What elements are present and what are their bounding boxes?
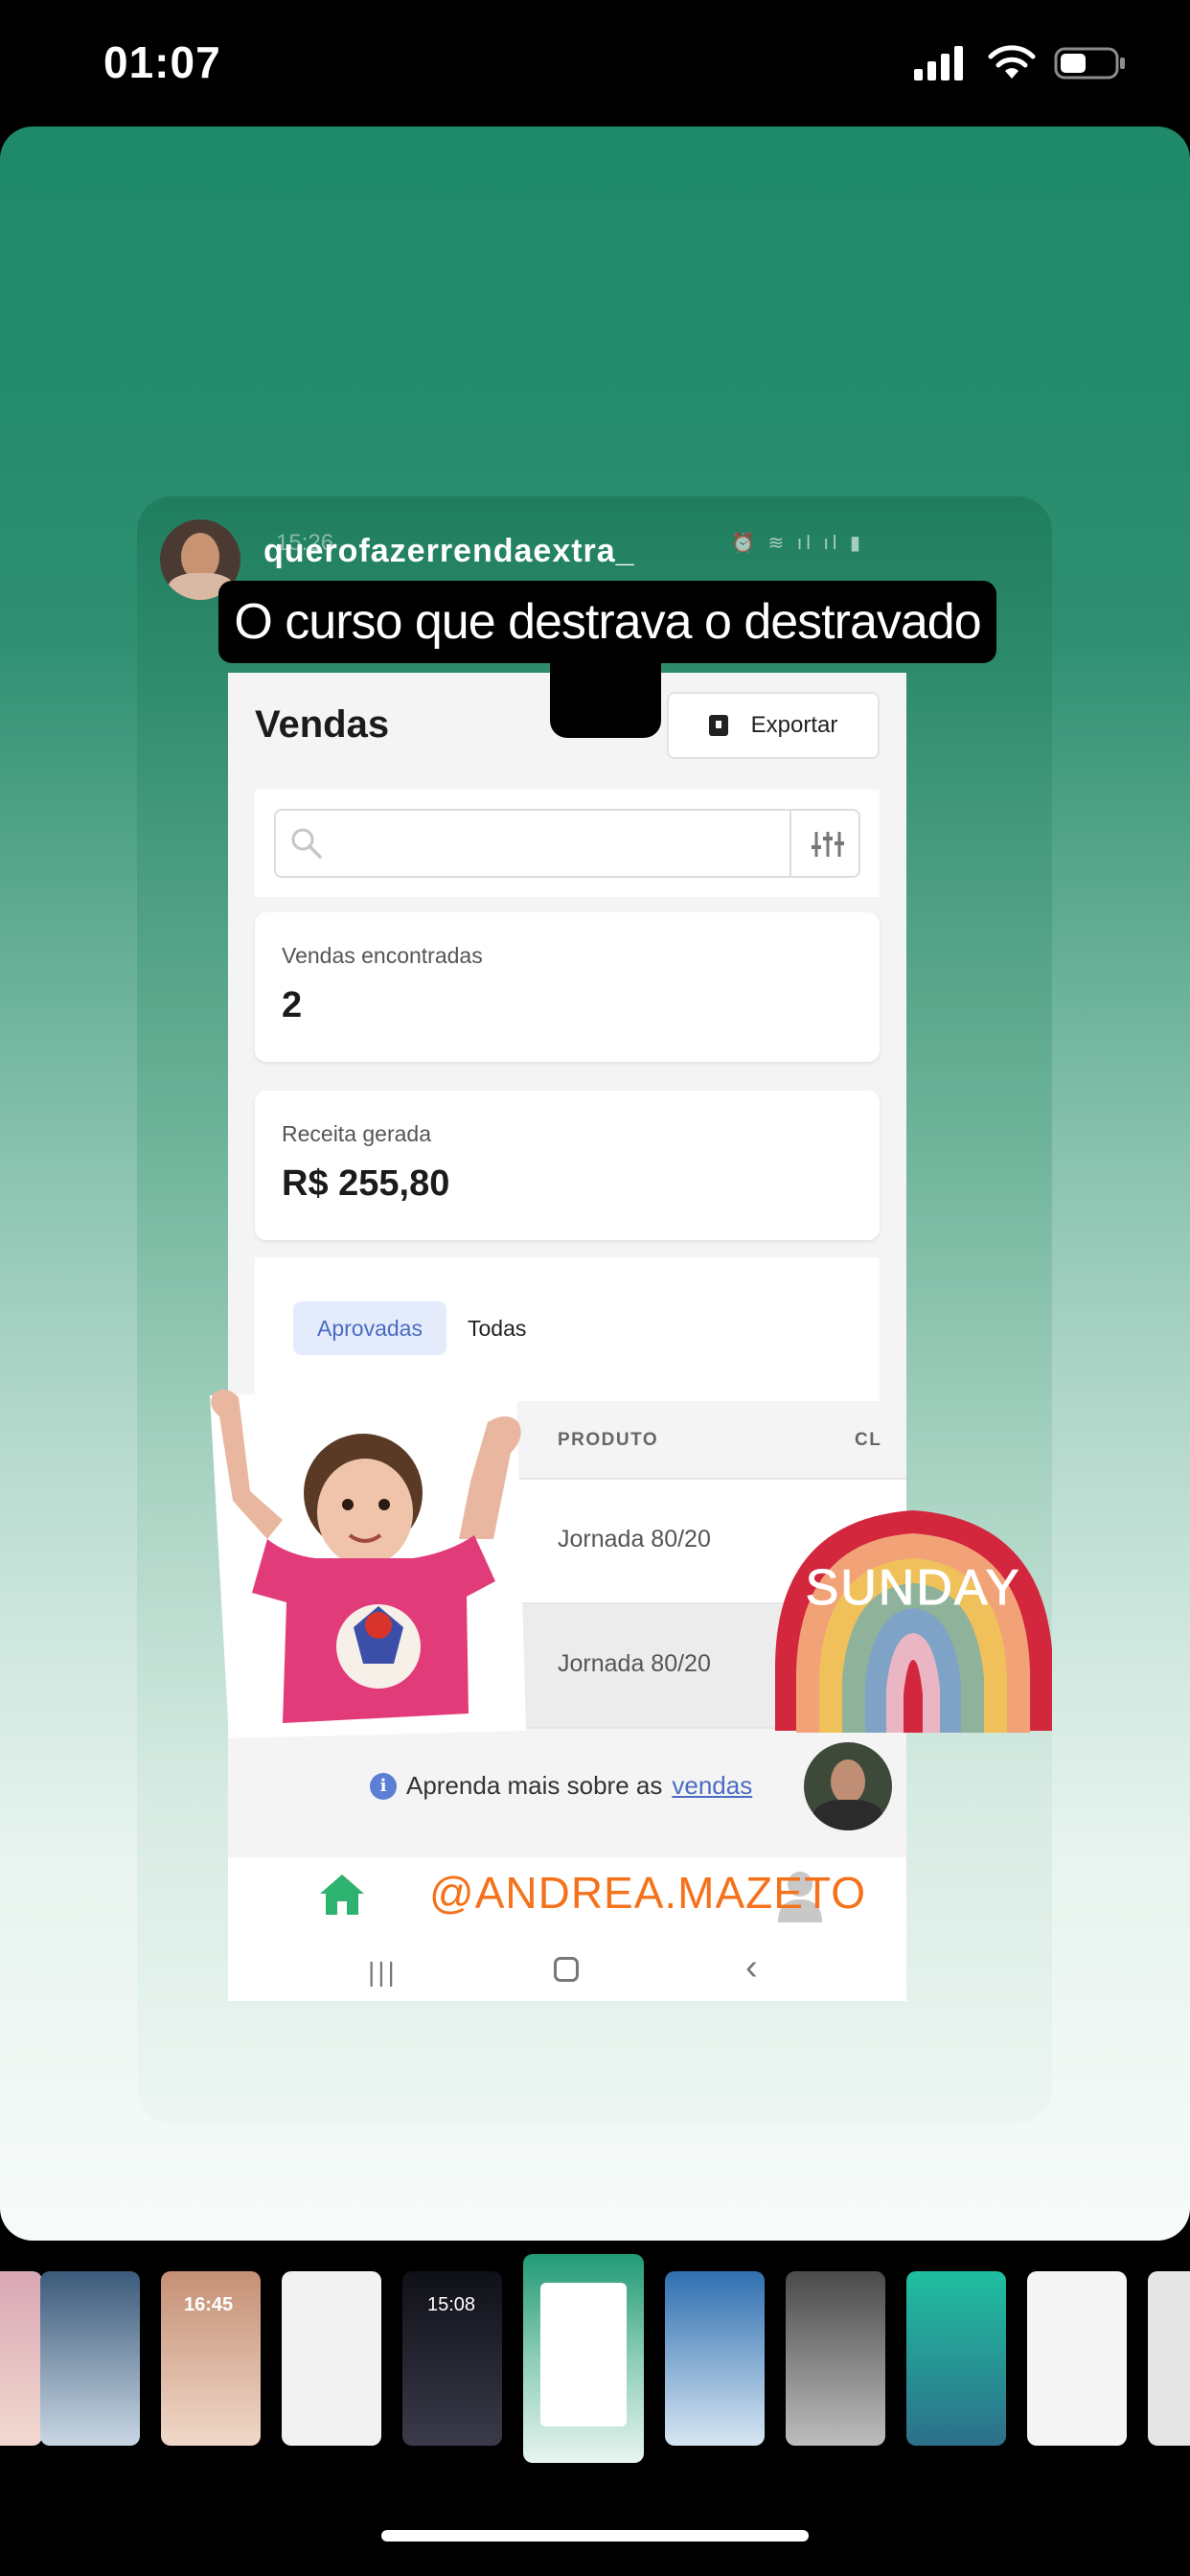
- kid-sticker[interactable]: [191, 1376, 536, 1740]
- sunday-rainbow-sticker[interactable]: SUNDAY: [769, 1491, 1052, 1740]
- story-thumbnail[interactable]: [665, 2271, 765, 2446]
- story-thumbnail[interactable]: [40, 2271, 140, 2446]
- download-icon: [708, 715, 728, 736]
- story-thumbnail-strip: 16:45 15:08: [0, 2254, 1190, 2471]
- stat-card-revenue: Receita gerada R$ 255,80: [255, 1091, 880, 1240]
- story-thumbnail[interactable]: [1027, 2271, 1127, 2446]
- signal-icon: [914, 46, 963, 80]
- stat-value: R$ 255,80: [282, 1163, 450, 1204]
- search-icon: [291, 828, 322, 859]
- embedded-app-screenshot: Vendas Exportar Vendas encontradas 2 Rec…: [228, 673, 906, 2001]
- recent-apps-icon[interactable]: |||: [368, 1957, 398, 1988]
- stat-label: Receita gerada: [282, 1121, 431, 1146]
- home-button-icon[interactable]: [554, 1957, 579, 1982]
- column-header-produto: PRODUTO: [558, 1430, 659, 1450]
- tab-todas[interactable]: Todas: [468, 1301, 526, 1355]
- filter-icon[interactable]: [809, 828, 847, 861]
- home-icon[interactable]: [318, 1873, 366, 1917]
- help-text: i Aprenda mais sobre as vendas: [370, 1771, 752, 1801]
- export-label: Exportar: [750, 712, 838, 738]
- creator-avatar[interactable]: [804, 1742, 892, 1830]
- story-thumbnail[interactable]: [906, 2271, 1006, 2446]
- story-thumbnail[interactable]: [786, 2271, 885, 2446]
- search-panel: [255, 790, 880, 897]
- tab-aprovadas[interactable]: Aprovadas: [293, 1301, 446, 1355]
- export-button[interactable]: Exportar: [667, 692, 880, 759]
- stat-label: Vendas encontradas: [282, 943, 483, 968]
- back-icon[interactable]: ‹: [745, 1947, 758, 1989]
- story-thumbnail[interactable]: [282, 2271, 381, 2446]
- home-indicator[interactable]: [381, 2530, 809, 2542]
- story-caption: O curso que destrava o destravado: [218, 581, 996, 663]
- page-title: Vendas: [255, 703, 390, 746]
- product-cell: Jornada 80/20: [558, 1650, 711, 1677]
- story-thumbnail[interactable]: 16:45: [161, 2271, 261, 2446]
- vendas-link[interactable]: vendas: [672, 1771, 752, 1801]
- status-time: 01:07: [103, 37, 221, 87]
- story-thumbnail[interactable]: 15:08: [402, 2271, 502, 2446]
- stat-value: 2: [282, 985, 303, 1025]
- product-cell: Jornada 80/20: [558, 1526, 711, 1552]
- ghost-status-icons: ⏰ ≋ ıl ıl ▮: [731, 533, 864, 554]
- thumbnail-time: 15:08: [427, 2294, 476, 2315]
- story-thumbnail[interactable]: [1148, 2271, 1190, 2446]
- current-story-thumbnail[interactable]: [523, 2254, 644, 2463]
- sweat-smile-emoji: 😅: [550, 659, 661, 738]
- story-viewer[interactable]: 15:26 querofazerrendaextra_ ⏰ ≋ ıl ıl ▮ …: [0, 126, 1190, 2241]
- story-username[interactable]: querofazerrendaextra_: [263, 533, 635, 570]
- status-bar: 01:07: [0, 0, 1190, 126]
- column-header-cl: CL: [855, 1430, 882, 1450]
- info-icon: i: [370, 1772, 397, 1800]
- story-thumbnail[interactable]: [0, 2271, 42, 2446]
- battery-icon: [1054, 47, 1125, 80]
- mention-sticker[interactable]: @ANDREA.MAZETO: [429, 1867, 866, 1919]
- android-nav-bar: ||| ‹: [228, 1934, 906, 2001]
- wifi-icon: [988, 45, 1036, 79]
- thumbnail-time: 16:45: [184, 2294, 234, 2315]
- story-card[interactable]: 15:26 querofazerrendaextra_ ⏰ ≋ ıl ıl ▮ …: [137, 496, 1052, 2124]
- sticker-text: SUNDAY: [806, 1560, 1021, 1616]
- search-input[interactable]: [274, 809, 860, 878]
- stat-card-sales: Vendas encontradas 2: [255, 912, 880, 1062]
